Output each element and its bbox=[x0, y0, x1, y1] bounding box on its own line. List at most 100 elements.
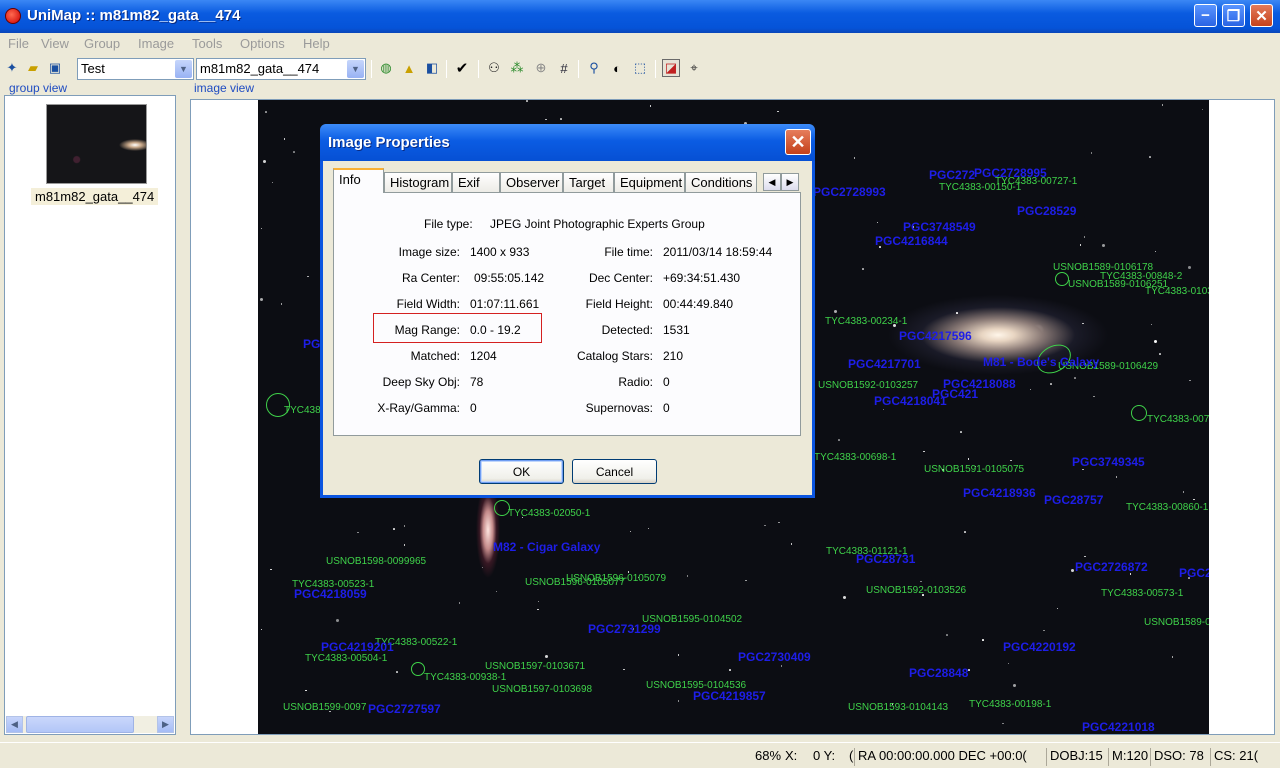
mag-range-label: Mag Range: bbox=[394, 323, 460, 337]
matched-label: Matched: bbox=[410, 349, 460, 363]
supernovas-value: 0 bbox=[663, 401, 670, 415]
supernovas-label: Supernovas: bbox=[585, 401, 653, 415]
dso-label: PGC4220192 bbox=[1003, 640, 1076, 654]
dialog-close-button[interactable]: ✕ bbox=[785, 129, 811, 155]
background-star bbox=[1182, 491, 1185, 493]
cancel-button[interactable]: Cancel bbox=[572, 459, 657, 484]
background-star bbox=[1056, 607, 1059, 610]
telescope-icon[interactable]: ⌖ bbox=[685, 59, 703, 77]
tab-observer[interactable]: Observer bbox=[500, 172, 563, 193]
stars-icon[interactable]: ⁂ bbox=[508, 59, 526, 77]
new-icon[interactable]: ✦ bbox=[3, 59, 21, 77]
folder-upload-icon[interactable]: ▲ bbox=[400, 59, 418, 77]
background-star bbox=[882, 408, 885, 411]
group-view-label: group view bbox=[7, 81, 70, 95]
menu-group[interactable]: Group bbox=[84, 36, 120, 51]
background-star bbox=[623, 668, 625, 671]
tab-conditions[interactable]: Conditions bbox=[685, 172, 757, 193]
checkmark-icon[interactable]: ✔ bbox=[453, 59, 471, 77]
tab-info[interactable]: Info bbox=[333, 168, 384, 193]
save-icon[interactable]: ▣ bbox=[46, 59, 64, 77]
dso-label: PGC2728993 bbox=[813, 185, 886, 199]
scroll-right-icon[interactable]: ▶ bbox=[157, 716, 174, 733]
dso-label: PGC4217596 bbox=[899, 329, 972, 343]
image-combo-value: m81m82_gata__474 bbox=[200, 61, 320, 76]
star-label: USNOB1599-0097 bbox=[283, 702, 367, 713]
select-region-icon[interactable]: ⬚ bbox=[631, 59, 649, 77]
background-star bbox=[777, 110, 779, 112]
dso-label: PGC4217701 bbox=[848, 357, 921, 371]
image-export-icon[interactable]: ◧ bbox=[423, 59, 441, 77]
menu-file[interactable]: File bbox=[8, 36, 29, 51]
background-star bbox=[1029, 388, 1032, 391]
star-label: TYC438 bbox=[284, 405, 321, 416]
star-label: TYC4383-00938-1 bbox=[424, 672, 507, 683]
chevron-down-icon[interactable]: ▼ bbox=[347, 60, 364, 78]
horizontal-scrollbar[interactable]: ◀ ▶ bbox=[6, 716, 174, 733]
dso-label: M82 - Cigar Galaxy bbox=[493, 540, 601, 554]
background-star bbox=[458, 602, 461, 604]
background-star bbox=[481, 566, 484, 569]
tab-histogram[interactable]: Histogram bbox=[384, 172, 452, 193]
background-star bbox=[336, 618, 340, 622]
tab-equipment[interactable]: Equipment bbox=[614, 172, 685, 193]
chevron-down-icon[interactable]: ▼ bbox=[175, 60, 192, 78]
globe-download-icon[interactable]: ◍ bbox=[377, 59, 395, 77]
image-size-value: 1400 x 933 bbox=[470, 245, 530, 259]
background-star bbox=[393, 528, 395, 530]
star-label: TYC4383-02050-1 bbox=[508, 508, 591, 519]
background-star bbox=[677, 700, 680, 702]
scroll-thumb[interactable] bbox=[26, 716, 134, 733]
star-label: TYC4383-00738-1 bbox=[1147, 414, 1209, 425]
tab-target[interactable]: Target bbox=[563, 172, 614, 193]
binoculars-icon[interactable]: ⚇ bbox=[485, 59, 503, 77]
ok-button[interactable]: OK bbox=[479, 459, 564, 484]
star-label: TYC4383-00198-1 bbox=[969, 699, 1052, 710]
background-star bbox=[1079, 244, 1082, 246]
group-combo[interactable]: Test ▼ bbox=[77, 58, 194, 80]
background-star bbox=[403, 544, 406, 546]
background-star bbox=[403, 525, 406, 527]
dec-center-label: Dec Center: bbox=[588, 271, 653, 285]
tab-exif[interactable]: Exif bbox=[452, 172, 500, 193]
background-star bbox=[259, 298, 263, 302]
group-combo-value: Test bbox=[81, 61, 105, 76]
catalog-stars-label: Catalog Stars: bbox=[576, 349, 653, 363]
grid-icon[interactable]: # bbox=[555, 59, 573, 77]
tab-scroll-right-icon[interactable]: ▶ bbox=[781, 173, 799, 191]
menu-options[interactable]: Options bbox=[240, 36, 285, 51]
background-star bbox=[1201, 108, 1204, 111]
contrast-icon[interactable]: ◐ bbox=[608, 59, 626, 77]
zoom-icon[interactable]: ⚲ bbox=[585, 59, 603, 77]
background-star bbox=[1082, 322, 1084, 325]
menu-view[interactable]: View bbox=[41, 36, 69, 51]
star-label: TYC4383-00698-1 bbox=[814, 452, 897, 463]
layers-icon[interactable]: ◪ bbox=[662, 59, 680, 77]
open-icon[interactable]: ▰ bbox=[24, 59, 42, 77]
close-window-button[interactable]: ✕ bbox=[1250, 4, 1273, 27]
dso-label: PGC4219857 bbox=[693, 689, 766, 703]
toolbar-separator bbox=[446, 60, 447, 78]
toolbar-separator bbox=[478, 60, 479, 78]
grid-globe-icon[interactable]: ⊕ bbox=[532, 59, 550, 77]
image-combo[interactable]: m81m82_gata__474 ▼ bbox=[196, 58, 366, 80]
background-star bbox=[1149, 156, 1151, 158]
image-thumbnail[interactable] bbox=[46, 104, 147, 184]
background-star bbox=[876, 221, 879, 224]
menu-image[interactable]: Image bbox=[138, 36, 174, 51]
minimize-button[interactable]: − bbox=[1194, 4, 1217, 27]
background-star bbox=[1093, 395, 1095, 398]
thumbnail-label[interactable]: m81m82_gata__474 bbox=[31, 188, 159, 205]
menu-tools[interactable]: Tools bbox=[192, 36, 222, 51]
unimap-app-icon[interactable] bbox=[5, 8, 21, 24]
background-star bbox=[1161, 104, 1164, 106]
background-star bbox=[1010, 459, 1012, 462]
background-star bbox=[537, 608, 539, 611]
dso-count: DSO: 78 bbox=[1150, 748, 1210, 766]
scroll-left-icon[interactable]: ◀ bbox=[6, 716, 23, 733]
maximize-button[interactable]: ❐ bbox=[1222, 4, 1245, 27]
field-width-value: 01:07:11.661 bbox=[470, 297, 540, 311]
menu-help[interactable]: Help bbox=[303, 36, 330, 51]
tab-scroll-left-icon[interactable]: ◀ bbox=[763, 173, 781, 191]
dialog-title-bar[interactable]: Image Properties ✕ bbox=[320, 124, 815, 161]
